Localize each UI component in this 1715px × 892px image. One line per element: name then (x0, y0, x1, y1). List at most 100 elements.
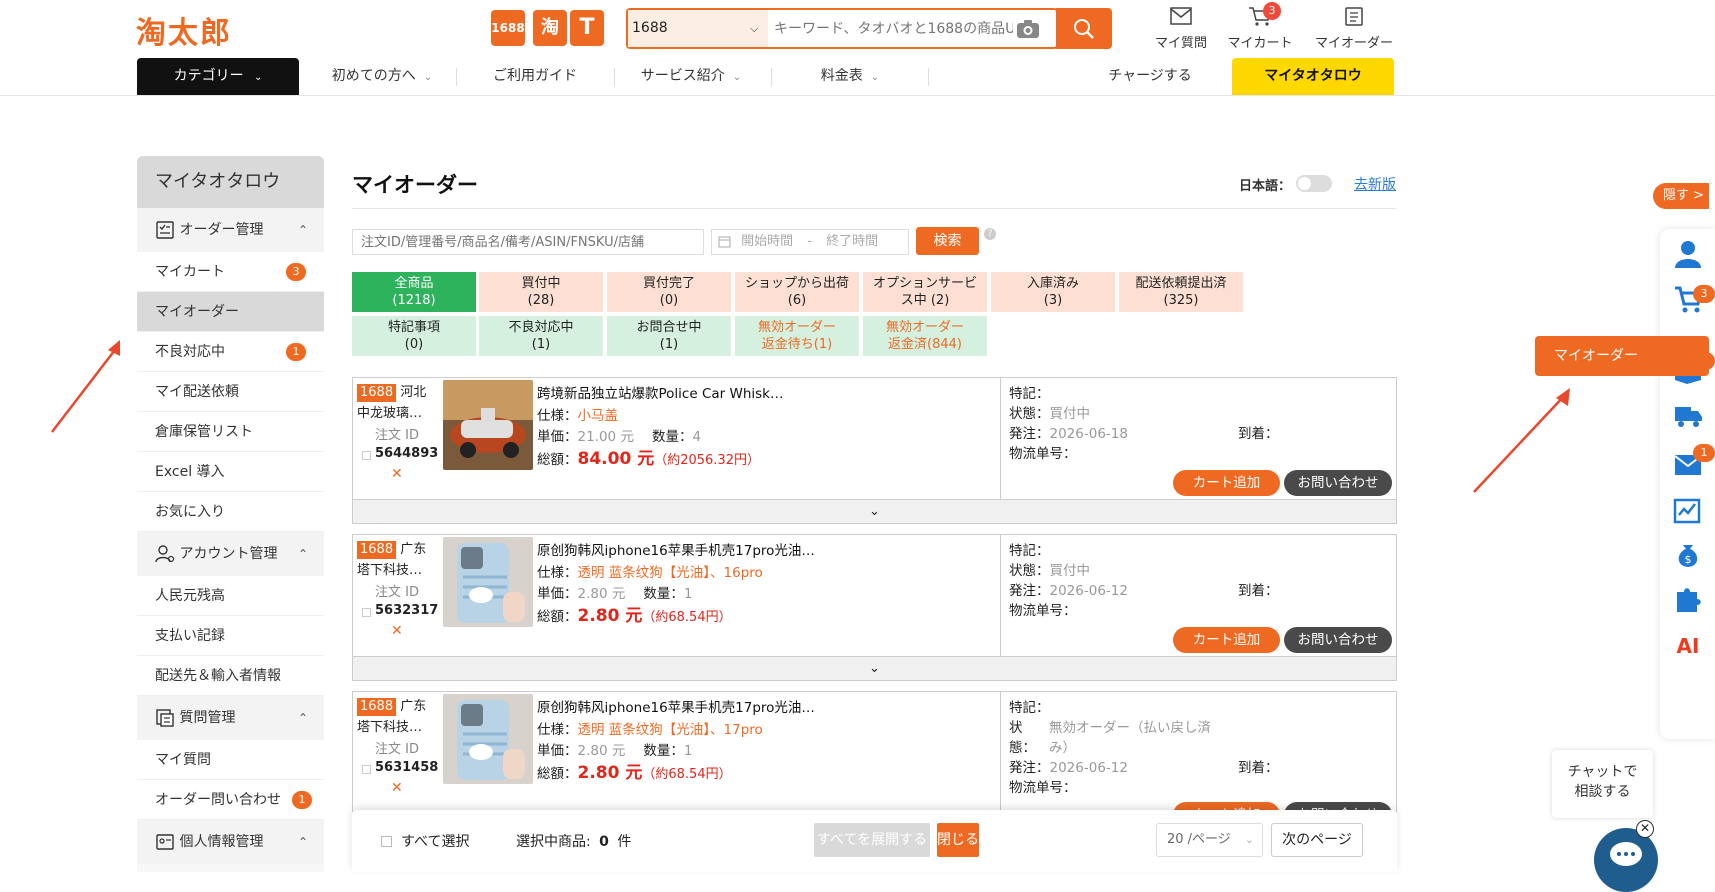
annotation-arrow (51, 340, 120, 433)
hide-rail-button[interactable]: 隠す > (1653, 183, 1709, 209)
delete-icon[interactable]: ✕ (391, 780, 403, 796)
qty: 1 (683, 743, 693, 759)
search-button[interactable] (1056, 8, 1112, 49)
total-yen: （約2056.32円） (654, 453, 760, 468)
nav-services[interactable]: サービス紹介 ⌄ (626, 58, 756, 95)
tab-purchasing[interactable]: 買付中 (28) (479, 272, 603, 312)
sidebar-item-my-cart[interactable]: マイカート 3 (137, 252, 324, 292)
tab-invalid-refunded[interactable]: 無効オーダー 返金済(844) (863, 316, 987, 356)
sidebar-item-payment-history[interactable]: 支払い記録 (137, 616, 324, 656)
tab-defect[interactable]: 不良対応中 (1) (479, 316, 603, 356)
tab-label: 特記事項 (387, 320, 440, 335)
user-icon[interactable] (1673, 239, 1703, 269)
platform-taobao-button[interactable]: 淘 (533, 10, 567, 46)
sidebar-item-shipping-request[interactable]: マイ配送依頼 (137, 372, 324, 412)
order-checkbox[interactable] (362, 765, 371, 774)
platform-1688-button[interactable]: 1688 (491, 10, 525, 46)
order-checkbox[interactable] (362, 608, 371, 617)
search-input[interactable] (768, 10, 1013, 47)
sidebar-section-questions[interactable]: 質問管理 ⌃ (137, 696, 324, 740)
sidebar-item-rmb-balance[interactable]: 人民元残高 (137, 576, 324, 616)
shop-name[interactable]: 1688 河北中龙玻璃… (357, 382, 433, 424)
select-all-label[interactable]: すべて選択 (401, 831, 469, 851)
tab-label: 全商品 (394, 276, 434, 291)
sidebar-section-account[interactable]: アカウント管理 ⌃ (137, 532, 324, 576)
tab-option-service[interactable]: オプションサービ ス中 (2) (863, 272, 987, 312)
chart-edit-icon[interactable] (1673, 495, 1703, 525)
expand-order-button[interactable]: ⌄ (353, 499, 1396, 523)
expand-order-button[interactable]: ⌄ (353, 656, 1396, 680)
next-page-button[interactable]: 次のページ (1271, 823, 1363, 857)
sidebar-item-warehouse[interactable]: 倉庫保管リスト (137, 412, 324, 452)
product-title[interactable]: 跨境新品独立站爆款Police Car Whisk… (537, 382, 977, 402)
per-page-select[interactable]: 20 /ページ ⌄ (1156, 823, 1263, 857)
sidebar-item-my-question[interactable]: マイ質問 (137, 740, 324, 780)
close-all-button[interactable]: 閉じる (937, 823, 979, 857)
tab-shipping-requested[interactable]: 配送依頼提出済 (325) (1119, 272, 1243, 312)
puzzle-icon[interactable] (1673, 584, 1703, 614)
sidebar-section-orders[interactable]: オーダー管理 ⌃ (137, 208, 324, 252)
header-my-cart-link[interactable]: 3 マイカート (1222, 2, 1298, 51)
order-search-button[interactable]: 検索 (916, 227, 979, 255)
sidebar-item-order-inquiry[interactable]: オーダー問い合わせ 1 (137, 780, 324, 820)
tab-all-products[interactable]: 全商品 (1218) (352, 272, 476, 312)
shop-name[interactable]: 1688 广东塔下科技… (357, 539, 433, 581)
date-range-picker[interactable]: 開始時間 - 終了時間 (711, 229, 909, 255)
header-my-order-link[interactable]: マイオーダー (1309, 6, 1399, 51)
nav-charge[interactable]: チャージする (1090, 58, 1210, 95)
delete-icon[interactable]: ✕ (391, 623, 403, 639)
search-platform-select[interactable]: 1688 ⌵ (628, 10, 768, 47)
delete-icon[interactable]: ✕ (391, 466, 403, 482)
sidebar-item-label: 支払い記録 (155, 628, 225, 644)
sidebar-item-favorites[interactable]: お気に入り (137, 492, 324, 532)
tab-special-notes[interactable]: 特記事項 (0) (352, 316, 476, 356)
sidebar-item-shipping-address[interactable]: 配送先＆輸入者情報 (137, 656, 324, 696)
sidebar-item-excel-import[interactable]: Excel 導入 (137, 452, 324, 492)
old-version-link[interactable]: 去新版 (1354, 174, 1396, 194)
language-toggle[interactable] (1296, 175, 1332, 192)
tab-count: (325) (1163, 293, 1199, 308)
help-icon[interactable]: ? (984, 228, 996, 240)
site-logo[interactable]: 淘太郎 (136, 8, 232, 52)
nav-beginners[interactable]: 初めての方へ ⌄ (322, 58, 442, 95)
add-to-cart-button[interactable]: カート追加 (1173, 470, 1280, 496)
tab-inquiry[interactable]: お問合せ中 (1) (607, 316, 731, 356)
close-icon[interactable]: ✕ (1636, 820, 1654, 838)
sidebar-title: マイタオタロウ (137, 156, 324, 208)
mail-count-badge: 1 (1693, 444, 1715, 462)
tab-shipped-from-shop[interactable]: ショップから出荷 (6) (735, 272, 859, 312)
money-bag-icon[interactable]: $ (1673, 539, 1703, 569)
shop-name[interactable]: 1688 广东塔下科技… (357, 696, 433, 738)
tab-invalid-refund-pending[interactable]: 無効オーダー 返金待ち(1) (735, 316, 859, 356)
tab-purchased[interactable]: 買付完了 (0) (607, 272, 731, 312)
select-all-checkbox[interactable] (381, 836, 392, 847)
product-thumbnail[interactable] (443, 537, 533, 627)
expand-all-button[interactable]: すべてを展開する (814, 823, 930, 857)
chat-bubble-button[interactable] (1594, 828, 1658, 892)
platform-tmall-button[interactable]: T (570, 10, 604, 46)
chat-prompt[interactable]: チャットで 相談する (1552, 750, 1653, 818)
order-keyword-input[interactable] (352, 229, 704, 255)
tab-warehoused[interactable]: 入庫済み (3) (991, 272, 1115, 312)
truck-icon[interactable] (1673, 399, 1703, 429)
inquiry-button[interactable]: お問い合わせ (1284, 470, 1392, 496)
tab-label: 買付完了 (642, 276, 695, 291)
order-checkbox[interactable] (362, 451, 371, 460)
product-title[interactable]: 原创狗韩风iphone16苹果手机壳17pro光油… (537, 696, 977, 716)
add-to-cart-button[interactable]: カート追加 (1173, 627, 1280, 653)
header-my-question-link[interactable]: マイ質問 (1151, 6, 1211, 51)
product-title[interactable]: 原创狗韩风iphone16苹果手机壳17pro光油… (537, 539, 977, 559)
sidebar-item-defect[interactable]: 不良対応中 1 (137, 332, 324, 372)
nav-guide[interactable]: ご利用ガイド (470, 58, 600, 95)
sidebar-section-profile[interactable]: 個人情報管理 ⌃ (137, 820, 324, 864)
nav-pricing[interactable]: 料金表 ⌄ (790, 58, 910, 95)
product-thumbnail[interactable] (443, 694, 533, 784)
camera-icon[interactable] (1016, 19, 1040, 43)
nav-mypage-button[interactable]: マイタオタロウ (1232, 58, 1394, 95)
inquiry-button[interactable]: お問い合わせ (1284, 627, 1392, 653)
platform-label: 1688 (491, 21, 525, 35)
ai-assistant-button[interactable]: AI (1673, 631, 1703, 661)
nav-category-button[interactable]: カテゴリー ⌄ (137, 58, 299, 95)
product-thumbnail[interactable] (443, 380, 533, 470)
sidebar-item-my-order[interactable]: マイオーダー (137, 292, 324, 332)
